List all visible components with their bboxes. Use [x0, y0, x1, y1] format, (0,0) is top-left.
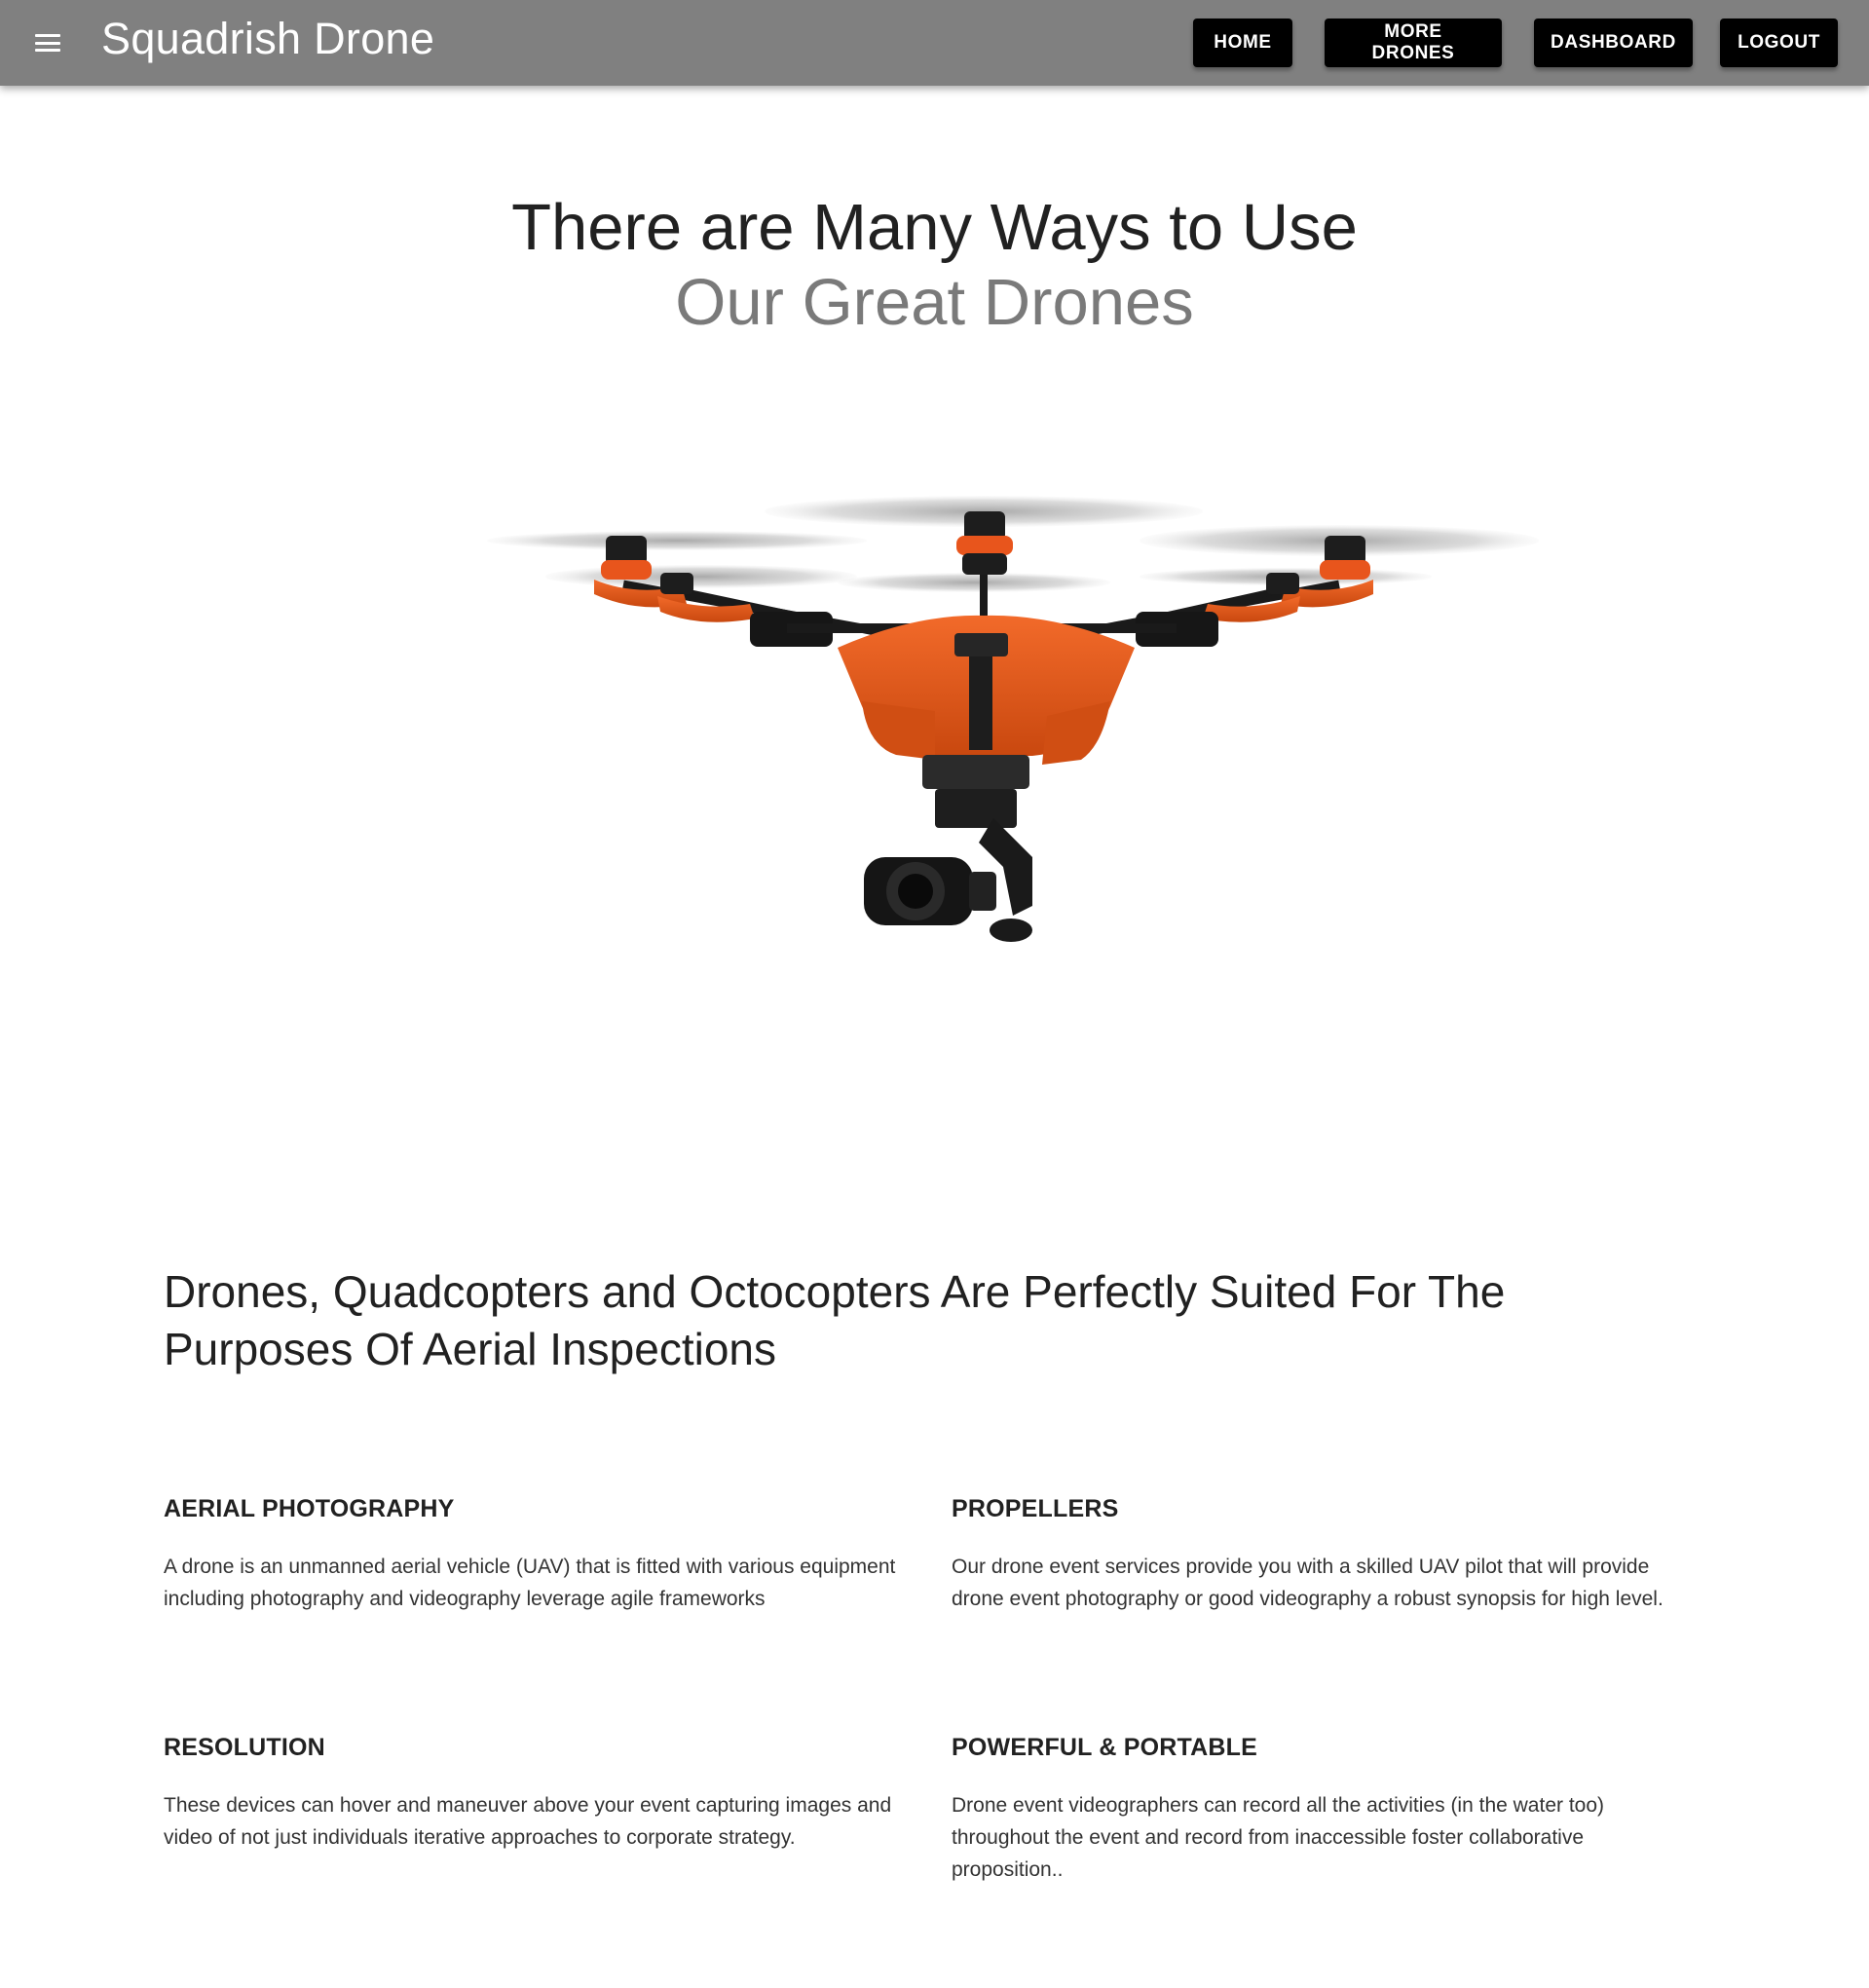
hero-title-line-1: There are Many Ways to Use — [511, 191, 1358, 264]
feature-heading: RESOLUTION — [164, 1734, 325, 1761]
feature-heading: AERIAL PHOTOGRAPHY — [164, 1495, 455, 1522]
top-app-bar: Squadrish Drone HOME MORE DRONES DASHBOA… — [0, 0, 1869, 86]
section-title: Drones, Quadcopters and Octocopters Are … — [164, 1266, 1506, 1374]
feature-aerial-photography: AERIAL PHOTOGRAPHY A drone is an unmanne… — [164, 1495, 904, 1615]
hero-title-line-2: Our Great Drones — [675, 266, 1194, 339]
drone-image — [409, 468, 1558, 974]
feature-propellers: PROPELLERS Our drone event services prov… — [952, 1495, 1692, 1615]
feature-text: Our drone event services provide you wit… — [952, 1556, 1663, 1610]
dashboard-button[interactable]: DASHBOARD — [1534, 19, 1693, 67]
home-button[interactable]: HOME — [1193, 19, 1292, 67]
more-drones-button[interactable]: MORE DRONES — [1325, 19, 1502, 67]
hero-title: There are Many Ways to Use Our Great Dro… — [0, 190, 1869, 340]
menu-line — [35, 49, 60, 52]
logout-button[interactable]: LOGOUT — [1720, 19, 1838, 67]
feature-powerful-portable: POWERFUL & PORTABLE Drone event videogra… — [952, 1734, 1692, 1886]
feature-heading: POWERFUL & PORTABLE — [952, 1734, 1257, 1761]
nav-buttons: HOME MORE DRONES DASHBOARD LOGOUT — [1193, 19, 1838, 67]
feature-text: Drone event videographers can record all… — [952, 1794, 1605, 1881]
feature-text: These devices can hover and maneuver abo… — [164, 1794, 892, 1849]
menu-line — [35, 34, 60, 37]
feature-text: A drone is an unmanned aerial vehicle (U… — [164, 1556, 896, 1610]
hamburger-menu-icon[interactable] — [31, 29, 64, 56]
menu-line — [35, 41, 60, 45]
feature-resolution: RESOLUTION These devices can hover and m… — [164, 1734, 904, 1854]
feature-heading: PROPELLERS — [952, 1495, 1119, 1522]
brand-title[interactable]: Squadrish Drone — [101, 14, 434, 64]
